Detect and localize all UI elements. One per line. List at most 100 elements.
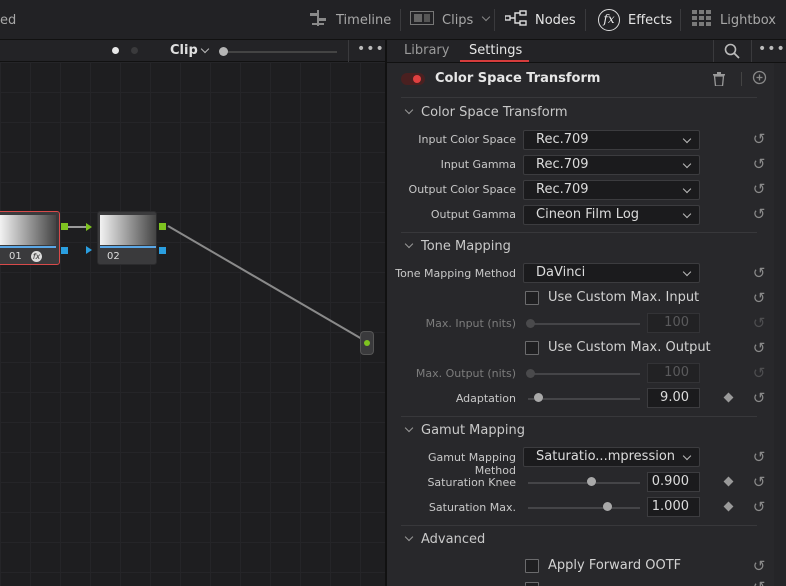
reset-icon[interactable]: ↺ (751, 265, 767, 281)
tab-library[interactable]: Library (404, 43, 449, 58)
chevron-down-icon (682, 209, 692, 219)
reset-icon[interactable]: ↺ (751, 579, 767, 586)
reset-icon[interactable]: ↺ (751, 315, 767, 331)
input-gamma-dropdown[interactable]: Rec.709 (523, 155, 700, 175)
node-01[interactable]: 01 fx (0, 211, 60, 265)
reset-icon[interactable]: ↺ (751, 206, 767, 222)
max-input-field[interactable]: 100 (647, 313, 700, 333)
section-tone-mapping[interactable]: Tone Mapping (404, 239, 511, 254)
trash-icon[interactable] (713, 71, 725, 90)
reset-icon[interactable]: ↺ (751, 499, 767, 515)
tab-settings[interactable]: Settings (469, 43, 522, 58)
saturation-max-slider-knob[interactable] (603, 502, 612, 511)
nodes-button[interactable]: Nodes (504, 0, 576, 40)
clip-output-node[interactable] (360, 331, 374, 355)
node-mode-select[interactable]: Clip (170, 43, 198, 58)
next-option-checkbox[interactable] (525, 582, 539, 586)
chevron-down-icon[interactable] (200, 44, 210, 54)
max-output-slider-track[interactable] (528, 373, 640, 375)
node-connections (66, 223, 363, 340)
saturation-max-slider-track[interactable] (528, 507, 640, 509)
apply-forward-ootf-checkbox[interactable] (525, 559, 539, 573)
clips-chevron-icon (482, 12, 491, 22)
node-output-alpha[interactable] (159, 247, 166, 254)
search-icon[interactable] (724, 43, 740, 63)
timeline-button[interactable]: Timeline (308, 0, 391, 40)
use-custom-max-output-checkbox[interactable] (525, 341, 539, 355)
top-toolbar: ed Timeline Clips Nodes fx Effects Light… (0, 0, 786, 40)
gamut-mapping-method-label: Gamut Mapping Method (428, 451, 516, 477)
max-output-field[interactable]: 100 (647, 363, 700, 383)
chevron-down-icon (404, 239, 414, 249)
clips-button[interactable]: Clips (410, 0, 491, 40)
saturation-knee-slider-track[interactable] (528, 482, 640, 484)
max-input-slider-track[interactable] (528, 323, 640, 325)
saturation-knee-label: Saturation Knee (427, 476, 516, 489)
lightbox-grid-icon (692, 10, 712, 30)
node-02[interactable]: 02 (97, 211, 157, 265)
gamut-mapping-method-dropdown[interactable]: Saturatio...mpression (523, 447, 700, 467)
clips-label: Clips (442, 12, 474, 28)
lightbox-button[interactable]: Lightbox (692, 0, 776, 40)
reset-all-icon[interactable] (752, 70, 767, 89)
reset-icon[interactable]: ↺ (751, 156, 767, 172)
section-advanced[interactable]: Advanced (404, 532, 485, 547)
effects-label: Effects (628, 12, 673, 28)
more-options-icon[interactable]: ••• (758, 41, 786, 57)
output-gamma-dropdown[interactable]: Cineon Film Log (523, 205, 700, 225)
node-thumbnail (0, 215, 56, 245)
input-color-space-value: Rec.709 (536, 132, 589, 147)
section-color-space-transform[interactable]: Color Space Transform (404, 105, 568, 120)
reset-icon[interactable]: ↺ (751, 390, 767, 406)
effect-title: Color Space Transform (435, 71, 601, 86)
use-custom-max-input-checkbox[interactable] (525, 291, 539, 305)
max-output-label: Max. Output (nits) (415, 367, 516, 380)
tab-library-label: Library (404, 43, 450, 58)
node-output-rgb[interactable] (61, 223, 68, 230)
panel-scrollbar[interactable] (774, 63, 786, 586)
reset-icon[interactable]: ↺ (751, 131, 767, 147)
effect-enable-toggle[interactable] (401, 73, 425, 85)
saturation-knee-slider-knob[interactable] (587, 477, 596, 486)
reset-icon[interactable]: ↺ (751, 181, 767, 197)
node-graph-canvas[interactable]: 01 fx 02 (0, 62, 385, 586)
keyframe-icon[interactable] (723, 392, 734, 403)
keyframe-icon[interactable] (723, 476, 734, 487)
page-dot[interactable] (131, 47, 138, 54)
chevron-down-icon (682, 267, 692, 277)
reset-icon[interactable]: ↺ (751, 558, 767, 574)
adaptation-slider-knob[interactable] (534, 393, 543, 402)
chevron-down-icon (404, 105, 414, 115)
adaptation-field[interactable]: 9.00 (647, 388, 700, 408)
saturation-max-field[interactable]: 1.000 (647, 497, 700, 517)
divider (401, 525, 757, 526)
node-output-rgb[interactable] (159, 223, 166, 230)
header-separator (348, 40, 349, 62)
max-output-slider-knob[interactable] (526, 369, 535, 378)
keyframe-icon[interactable] (723, 501, 734, 512)
tab-settings-label: Settings (469, 43, 523, 58)
node-output-alpha[interactable] (61, 247, 68, 254)
input-gamma-value: Rec.709 (536, 157, 589, 172)
more-options-icon[interactable]: ••• (357, 41, 385, 57)
output-color-space-label: Output Color Space (408, 183, 516, 196)
output-connector[interactable] (364, 340, 370, 346)
reset-icon[interactable]: ↺ (751, 474, 767, 490)
section-gamut-mapping[interactable]: Gamut Mapping (404, 423, 525, 438)
reset-icon[interactable]: ↺ (751, 449, 767, 465)
toolbar-separator (400, 9, 401, 31)
effects-button[interactable]: fx Effects (598, 0, 672, 40)
reset-icon[interactable]: ↺ (751, 340, 767, 356)
adaptation-slider-track[interactable] (528, 398, 640, 400)
reset-icon[interactable]: ↺ (751, 365, 767, 381)
zoom-slider-track[interactable] (222, 51, 337, 53)
page-dot-active[interactable] (112, 47, 119, 54)
saturation-knee-field[interactable]: 0.900 (647, 472, 700, 492)
output-color-space-dropdown[interactable]: Rec.709 (523, 180, 700, 200)
tone-mapping-method-dropdown[interactable]: DaVinci (523, 263, 700, 283)
zoom-slider-knob[interactable] (219, 47, 228, 56)
reset-icon[interactable]: ↺ (751, 290, 767, 306)
input-color-space-dropdown[interactable]: Rec.709 (523, 130, 700, 150)
fx-badge-icon: fx (31, 251, 42, 262)
max-input-slider-knob[interactable] (526, 319, 535, 328)
